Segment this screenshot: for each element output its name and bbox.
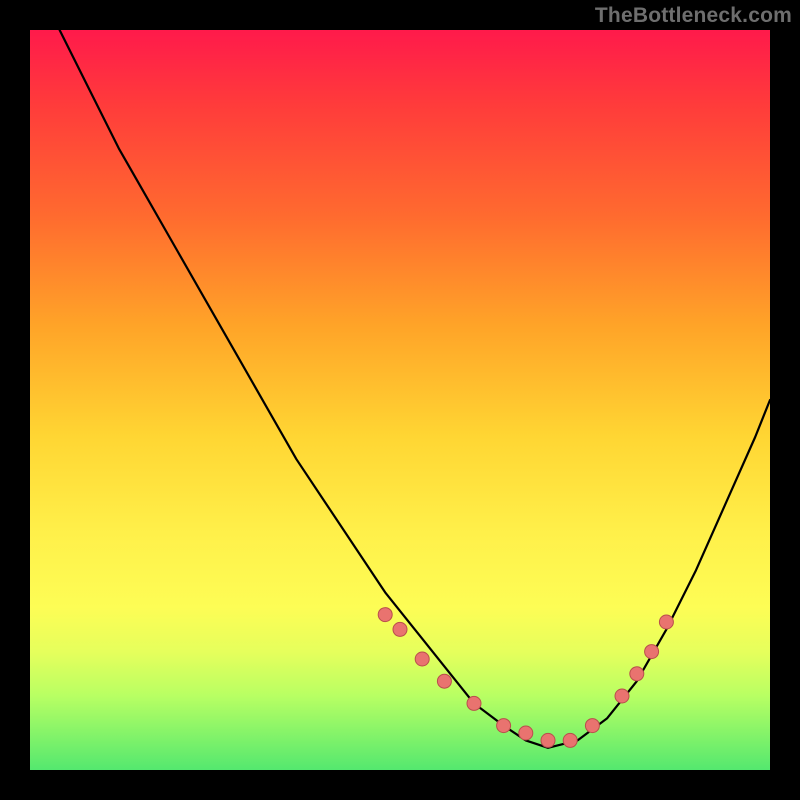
- marker-dot: [519, 726, 533, 740]
- curve-svg: [30, 30, 770, 770]
- marker-dot: [467, 696, 481, 710]
- marker-dot: [393, 622, 407, 636]
- marker-dot: [630, 667, 644, 681]
- marker-dot: [563, 733, 577, 747]
- plot-area: [30, 30, 770, 770]
- marker-dot: [415, 652, 429, 666]
- chart-frame: TheBottleneck.com: [0, 0, 800, 800]
- marker-dot: [659, 615, 673, 629]
- marker-dots: [378, 608, 673, 748]
- bottleneck-curve: [60, 30, 770, 748]
- watermark-label: TheBottleneck.com: [595, 4, 792, 28]
- marker-dot: [585, 719, 599, 733]
- marker-dot: [497, 719, 511, 733]
- marker-dot: [378, 608, 392, 622]
- marker-dot: [541, 733, 555, 747]
- marker-dot: [615, 689, 629, 703]
- marker-dot: [437, 674, 451, 688]
- marker-dot: [645, 645, 659, 659]
